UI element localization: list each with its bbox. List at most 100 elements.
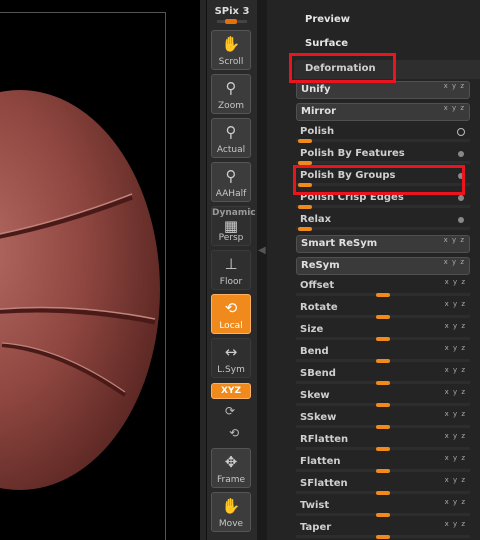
scroll-button[interactable]: ✋ Scroll (211, 30, 251, 70)
bend-slider[interactable]: Bend x y z (296, 344, 470, 363)
rotate-slider[interactable]: Rotate x y z (296, 300, 470, 319)
move-button[interactable]: ✋ Move (211, 492, 251, 532)
polish-toggle-icon[interactable] (457, 128, 465, 136)
polish-slider[interactable]: Polish (296, 124, 470, 143)
local-symmetry-icon: ↔ (224, 343, 238, 361)
bend-axis-icon[interactable]: x y z (445, 344, 466, 352)
taper-handle[interactable] (376, 535, 390, 539)
persp-button[interactable]: Dynamic ▦ Persp (211, 206, 256, 246)
polish-crisp-edges-handle[interactable] (298, 205, 312, 209)
relax-handle[interactable] (298, 227, 312, 231)
polish-by-features-track[interactable] (296, 161, 470, 164)
sflatten-axis-icon[interactable]: x y z (445, 476, 466, 484)
surface-menu[interactable]: Surface (305, 38, 348, 49)
relax-toggle-icon[interactable] (458, 217, 464, 223)
offset-axis-icon[interactable]: x y z (445, 278, 466, 286)
rotate-axis-icon[interactable]: x y z (445, 300, 466, 308)
polish-by-features-toggle-icon[interactable] (458, 151, 464, 157)
twist-slider[interactable]: Twist x y z (296, 498, 470, 517)
sflatten-handle[interactable] (376, 491, 390, 495)
polish-by-features-label: Polish By Features (300, 148, 405, 159)
zoom-button[interactable]: ⚲ Zoom (211, 74, 251, 114)
taper-axis-icon[interactable]: x y z (445, 520, 466, 528)
right-shelf: SPix 3 ✋ Scroll ⚲ Zoom ⚲ Actual ⚲ AAHalf… (206, 0, 258, 540)
twist-handle[interactable] (376, 513, 390, 517)
flatten-slider[interactable]: Flatten x y z (296, 454, 470, 473)
rotate-y-icon[interactable]: ⟳ (225, 404, 235, 418)
xyz-toggle[interactable]: XYZ (211, 383, 251, 399)
polish-handle[interactable] (298, 139, 312, 143)
frame-label: Frame (216, 475, 246, 485)
sskew-slider[interactable]: SSkew x y z (296, 410, 470, 429)
rflatten-handle[interactable] (376, 447, 390, 451)
mirror-button[interactable]: Mirror x y z (296, 103, 470, 121)
polish-crisp-edges-track[interactable] (296, 205, 470, 208)
actual-label: Actual (216, 145, 246, 155)
flatten-axis-icon[interactable]: x y z (445, 454, 466, 462)
skew-slider[interactable]: Skew x y z (296, 388, 470, 407)
twist-axis-icon[interactable]: x y z (445, 498, 466, 506)
polish-crisp-edges-toggle-icon[interactable] (458, 195, 464, 201)
unify-button[interactable]: Unify x y z (296, 81, 470, 99)
resym-axis-icon[interactable]: x y z (444, 258, 465, 266)
mirror-axis-icon[interactable]: x y z (444, 104, 465, 112)
unify-axis-icon[interactable]: x y z (444, 82, 465, 90)
sskew-handle[interactable] (376, 425, 390, 429)
spix-slider[interactable] (217, 19, 247, 24)
spix-slider-handle[interactable] (225, 19, 237, 24)
tool-palette: Preview Surface Deformation Unify x y z Mi… (267, 0, 480, 540)
lsym-button[interactable]: ↔ L.Sym (211, 338, 251, 378)
flatten-handle[interactable] (376, 469, 390, 473)
relax-slider[interactable]: Relax (296, 212, 470, 231)
magnifier-grid-icon: ⚲ (225, 123, 237, 141)
smart-resym-axis-icon[interactable]: x y z (444, 236, 465, 244)
sbend-slider[interactable]: SBend x y z (296, 366, 470, 385)
size-handle[interactable] (376, 337, 390, 341)
local-button[interactable]: ⟲ Local (211, 294, 251, 334)
floor-button[interactable]: ⊥ Floor (211, 250, 251, 290)
relax-track[interactable] (296, 227, 470, 230)
actual-button[interactable]: ⚲ Actual (211, 118, 251, 158)
offset-handle[interactable] (376, 293, 390, 297)
taper-slider[interactable]: Taper x y z (296, 520, 470, 539)
size-axis-icon[interactable]: x y z (445, 322, 466, 330)
aahalf-label: AAHalf (215, 189, 247, 199)
sculpt-mesh[interactable] (0, 0, 200, 540)
scroll-label: Scroll (218, 57, 244, 67)
offset-slider[interactable]: Offset x y z (296, 278, 470, 297)
sbend-axis-icon[interactable]: x y z (445, 366, 466, 374)
polish-track[interactable] (296, 139, 470, 142)
polish-by-features-slider[interactable]: Polish By Features (296, 146, 470, 165)
preview-menu[interactable]: Preview (305, 14, 350, 25)
skew-axis-icon[interactable]: x y z (445, 388, 466, 396)
sbend-label: SBend (300, 368, 336, 379)
rflatten-slider[interactable]: RFlatten x y z (296, 432, 470, 451)
rotate-z-icon[interactable]: ⟲ (229, 426, 239, 440)
rotate-handle[interactable] (376, 315, 390, 319)
size-slider[interactable]: Size x y z (296, 322, 470, 341)
magnifier-plus-icon: ⚲ (225, 79, 237, 97)
sbend-handle[interactable] (376, 381, 390, 385)
bend-handle[interactable] (376, 359, 390, 363)
frame-button[interactable]: ✥ Frame (211, 448, 251, 488)
floor-label: Floor (219, 277, 243, 287)
collapse-arrow-icon[interactable]: ◀ (258, 245, 266, 257)
sskew-axis-icon[interactable]: x y z (445, 410, 466, 418)
zoom-label: Zoom (218, 101, 244, 111)
local-orbit-icon: ⟲ (224, 299, 238, 317)
polish-label: Polish (300, 126, 335, 137)
skew-handle[interactable] (376, 403, 390, 407)
move-hand-icon: ✋ (221, 497, 241, 515)
sflatten-slider[interactable]: SFlatten x y z (296, 476, 470, 495)
highlight-polish-by-groups (293, 165, 465, 195)
rflatten-axis-icon[interactable]: x y z (445, 432, 466, 440)
rotate-label: Rotate (300, 302, 338, 313)
resym-button[interactable]: ReSym x y z (296, 257, 470, 275)
3d-viewport[interactable] (0, 0, 200, 540)
panel-splitter[interactable]: ◀ (257, 0, 267, 540)
magnifier-half-icon: ⚲ (225, 167, 237, 185)
aahalf-button[interactable]: ⚲ AAHalf (211, 162, 251, 202)
smart-resym-button[interactable]: Smart ReSym x y z (296, 235, 470, 253)
lsym-label: L.Sym (217, 365, 245, 375)
move-label: Move (218, 519, 244, 529)
